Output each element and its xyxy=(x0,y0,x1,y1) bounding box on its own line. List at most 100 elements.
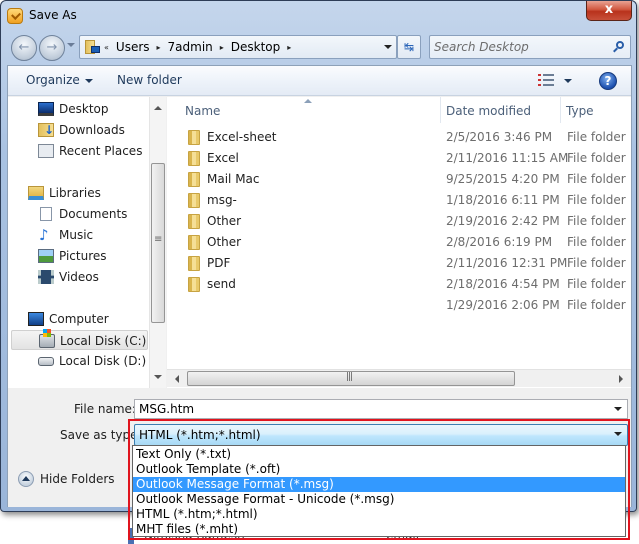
search-icon[interactable] xyxy=(612,41,624,53)
chevron-down-icon[interactable] xyxy=(614,432,622,436)
address-dropdown-icon[interactable] xyxy=(384,45,392,49)
scrollbar-thumb[interactable] xyxy=(151,163,165,323)
table-row[interactable]: PDF 2/11/2016 12:31 PM File folder xyxy=(167,253,631,274)
sidebar-item-local-disk-d[interactable]: Local Disk (D:) xyxy=(8,351,148,371)
sidebar-item-downloads[interactable]: Downloads xyxy=(8,120,148,140)
sidebar-item-label: Libraries xyxy=(49,186,101,200)
file-list-horizontal-scrollbar[interactable] xyxy=(167,369,631,387)
option-mht-files[interactable]: MHT files (*.mht) xyxy=(133,522,625,537)
date-modified-cell: 2/18/2016 4:54 PM xyxy=(446,277,560,291)
column-header-date-modified[interactable]: Date modified xyxy=(446,104,531,118)
table-row[interactable]: Excel 2/11/2016 11:15 AM File folder xyxy=(167,148,631,169)
navigation-pane: Desktop Downloads Recent Places Librarie… xyxy=(8,97,166,388)
view-dropdown-icon[interactable] xyxy=(564,79,572,83)
type-cell: File folder xyxy=(567,298,626,312)
option-outlook-message-format-unicode[interactable]: Outlook Message Format - Unicode (*.msg) xyxy=(133,492,625,507)
sidebar-item-documents[interactable]: Documents xyxy=(8,204,148,224)
date-modified-cell: 2/11/2016 12:31 PM xyxy=(446,256,568,270)
scrollbar-thumb[interactable] xyxy=(187,371,515,386)
sidebar-item-label: Recent Places xyxy=(59,144,143,158)
type-cell: File folder xyxy=(567,172,626,186)
sidebar-item-videos[interactable]: Videos xyxy=(8,267,148,287)
table-row[interactable]: msg- 1/18/2016 6:11 PM File folder xyxy=(167,190,631,211)
breadcrumb: « Users ▸ 7admin ▸ Desktop ▸ xyxy=(104,40,291,54)
close-button[interactable]: x xyxy=(586,1,632,21)
sort-ascending-icon xyxy=(304,99,312,103)
local-disk-d-icon xyxy=(38,357,54,366)
column-header-name[interactable]: Name xyxy=(185,104,220,118)
search-box[interactable] xyxy=(429,35,631,59)
breadcrumb-separator-icon[interactable]: ▸ xyxy=(220,43,224,52)
address-bar[interactable]: « Users ▸ 7admin ▸ Desktop ▸ xyxy=(79,35,397,59)
file-name-cell: Other xyxy=(207,214,242,228)
recent-locations-dropdown[interactable] xyxy=(67,43,75,47)
breadcrumb-overflow[interactable]: « xyxy=(104,43,109,52)
new-folder-button[interactable]: New folder xyxy=(117,73,182,87)
search-input[interactable] xyxy=(434,38,604,56)
breadcrumb-separator-icon[interactable]: ▸ xyxy=(287,43,291,52)
organize-button[interactable]: Organize xyxy=(26,73,93,87)
title-bar[interactable]: Save As x xyxy=(1,1,636,29)
file-list: Name Date modified Type Excel-sheet 2/5/2… xyxy=(167,97,631,388)
table-row[interactable]: Mail Mac 9/25/2015 4:20 PM File folder xyxy=(167,169,631,190)
scroll-left-icon[interactable] xyxy=(175,375,179,383)
sidebar-item-label: Desktop xyxy=(59,102,109,116)
downloads-icon xyxy=(38,123,54,137)
dialog-content: Organize New folder ? Desktop Downloads … xyxy=(7,65,632,507)
column-divider[interactable] xyxy=(440,97,441,123)
table-row[interactable]: Excel-sheet 2/5/2016 3:46 PM File folder xyxy=(167,127,631,148)
breadcrumb-7admin[interactable]: 7admin xyxy=(168,40,213,54)
forward-button[interactable]: → xyxy=(39,35,65,61)
refresh-button[interactable]: ↹ xyxy=(397,35,421,59)
save-as-type-select[interactable]: HTML (*.htm;*.html) xyxy=(134,424,628,446)
scroll-down-icon[interactable] xyxy=(154,375,162,379)
option-outlook-template[interactable]: Outlook Template (*.oft) xyxy=(133,462,625,477)
folder-icon xyxy=(188,277,200,292)
option-html[interactable]: HTML (*.htm;*.html) xyxy=(133,507,625,522)
chevron-down-icon[interactable] xyxy=(614,407,622,411)
back-button[interactable]: ← xyxy=(11,35,37,61)
date-modified-cell: 2/5/2016 3:46 PM xyxy=(446,130,553,144)
save-as-type-value: HTML (*.htm;*.html) xyxy=(139,428,261,442)
navigation-pane-scrollbar[interactable] xyxy=(149,97,166,388)
date-modified-cell: 1/29/2016 2:06 PM xyxy=(446,298,560,312)
chevron-down-icon xyxy=(84,78,93,83)
folder-icon xyxy=(188,235,200,250)
sidebar-item-local-disk-c[interactable]: Local Disk (C:) xyxy=(11,329,148,350)
date-modified-cell: 2/8/2016 6:19 PM xyxy=(446,235,553,249)
back-arrow-icon: ← xyxy=(18,40,30,55)
sidebar-item-computer[interactable]: Computer xyxy=(8,309,148,329)
table-row[interactable]: Other 2/19/2016 2:42 PM File folder xyxy=(167,211,631,232)
refresh-icon: ↹ xyxy=(403,40,415,54)
view-options-icon[interactable] xyxy=(538,74,554,87)
help-icon[interactable]: ? xyxy=(599,72,617,90)
sidebar-item-label: Music xyxy=(59,228,94,242)
file-name-input[interactable] xyxy=(139,401,599,417)
column-divider[interactable] xyxy=(560,97,561,123)
file-name-cell: msg- xyxy=(207,193,237,207)
table-row[interactable]: Other 2/8/2016 6:19 PM File folder xyxy=(167,232,631,253)
table-row[interactable]: send 2/18/2016 4:54 PM File folder xyxy=(167,274,631,295)
option-text-only[interactable]: Text Only (*.txt) xyxy=(133,447,625,462)
sidebar-item-desktop[interactable]: Desktop xyxy=(8,99,148,119)
recent-places-icon xyxy=(38,144,54,158)
option-outlook-message-format[interactable]: Outlook Message Format (*.msg) xyxy=(133,477,625,492)
sidebar-item-pictures[interactable]: Pictures xyxy=(8,246,148,266)
table-row[interactable]: 1/29/2016 2:06 PM File folder xyxy=(167,295,631,316)
window-title: Save As xyxy=(29,8,77,22)
breadcrumb-desktop[interactable]: Desktop xyxy=(231,40,281,54)
file-name-cell: send xyxy=(207,277,236,291)
file-name-combobox[interactable] xyxy=(134,399,628,419)
breadcrumb-users[interactable]: Users xyxy=(116,40,150,54)
sidebar-item-label: Documents xyxy=(59,207,128,221)
column-headers: Name Date modified Type xyxy=(167,97,631,123)
sidebar-item-music[interactable]: ♪ Music xyxy=(8,225,148,245)
scroll-up-icon[interactable] xyxy=(154,106,162,110)
sidebar-item-libraries[interactable]: Libraries xyxy=(8,183,148,203)
scroll-right-icon[interactable] xyxy=(619,375,623,383)
breadcrumb-separator-icon[interactable]: ▸ xyxy=(157,43,161,52)
folder-location-icon xyxy=(85,39,101,55)
type-cell: File folder xyxy=(567,235,626,249)
sidebar-item-recent-places[interactable]: Recent Places xyxy=(8,141,148,161)
column-header-type[interactable]: Type xyxy=(566,104,594,118)
